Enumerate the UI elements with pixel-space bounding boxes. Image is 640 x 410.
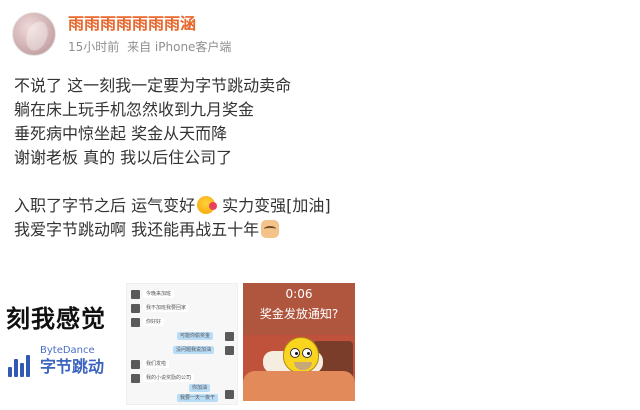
chat-avatar bbox=[131, 318, 140, 327]
chat-avatar bbox=[131, 290, 140, 299]
post-image-3[interactable]: 0:06 奖金发放通知? bbox=[243, 283, 355, 401]
post-time[interactable]: 15小时前 bbox=[68, 40, 119, 54]
chat-message: 没问题我说加油 bbox=[173, 346, 215, 354]
mouth-icon bbox=[294, 362, 312, 370]
post-image-1[interactable]: 刻我感觉 ByteDance 字节跳动 bbox=[4, 293, 122, 403]
post-image-2[interactable]: 今晚来加班 我不加班我要回家 你好好 可能你偷奖金 没问题我说加油 我们发啦 我… bbox=[126, 283, 238, 405]
notification-text: 奖金发放通知? bbox=[259, 307, 339, 321]
post-header: 雨雨雨雨雨雨雨涵 15小时前 来自 iPhone客户端 bbox=[12, 12, 235, 60]
eye-icon bbox=[302, 348, 312, 358]
cat-emoji-icon bbox=[261, 220, 280, 238]
chat-message: 今晚来加班 bbox=[143, 290, 175, 298]
post-line-6: 我爱字节跳动啊 我还能再战五十年 bbox=[14, 218, 614, 242]
chat-message: 可能你偷奖金 bbox=[177, 332, 214, 340]
chat-avatar bbox=[131, 374, 140, 383]
chat-message: 我要一天一夜干 bbox=[177, 394, 219, 402]
eye-icon bbox=[290, 348, 300, 358]
avatar[interactable] bbox=[12, 12, 56, 56]
post-body: 不说了 这一刻我一定要为字节跳动卖命 躺在床上玩手机忽然收到九月奖金 垂死病中惊… bbox=[14, 74, 614, 242]
username[interactable]: 雨雨雨雨雨雨雨涵 bbox=[68, 14, 235, 34]
illustration-blanket bbox=[243, 371, 355, 401]
post-line-6-text: 我爱字节跳动啊 我还能再战五十年 bbox=[14, 220, 260, 239]
post-line-3: 垂死病中惊坐起 奖金从天而降 bbox=[14, 124, 228, 143]
post-line-5: 入职了字节之后 运气变好 实力变强[加油] bbox=[14, 194, 614, 218]
post-line-4: 谢谢老板 真的 我以后住公司了 bbox=[14, 148, 233, 167]
image-1-caption: 刻我感觉 bbox=[6, 305, 106, 333]
logo-en: ByteDance bbox=[40, 345, 95, 356]
post-meta: 雨雨雨雨雨雨雨涵 15小时前 来自 iPhone客户端 bbox=[68, 12, 235, 54]
post-subline: 15小时前 来自 iPhone客户端 bbox=[68, 40, 235, 54]
cartoon-character bbox=[283, 337, 319, 373]
post-source[interactable]: 来自 iPhone客户端 bbox=[127, 40, 231, 54]
chat-avatar bbox=[225, 390, 234, 399]
bytedance-logo: ByteDance 字节跳动 bbox=[8, 345, 104, 377]
blush-emoji-icon bbox=[197, 196, 218, 214]
post-line-2: 躺在床上玩手机忽然收到九月奖金 bbox=[14, 100, 255, 119]
chat-avatar bbox=[225, 332, 234, 341]
chat-message: 我们发啦 bbox=[143, 360, 170, 368]
chat-avatar bbox=[131, 360, 140, 369]
notification-banner: 0:06 奖金发放通知? bbox=[243, 283, 355, 335]
chat-message: 你加油 bbox=[189, 384, 211, 392]
chat-message: 我的小说奖励的公司 bbox=[143, 374, 195, 382]
post-line-5b: 实力变强[加油] bbox=[217, 196, 331, 215]
logo-zh: 字节跳动 bbox=[40, 357, 105, 376]
chat-message: 我不加班我要回家 bbox=[143, 304, 190, 312]
post-line-1: 不说了 这一刻我一定要为字节跳动卖命 bbox=[14, 76, 292, 95]
chat-message: 你好好 bbox=[143, 318, 165, 326]
chat-avatar bbox=[131, 304, 140, 313]
chat-avatar bbox=[225, 346, 234, 355]
notification-time: 0:06 bbox=[285, 287, 313, 301]
post-line-5a: 入职了字节之后 运气变好 bbox=[14, 196, 196, 215]
